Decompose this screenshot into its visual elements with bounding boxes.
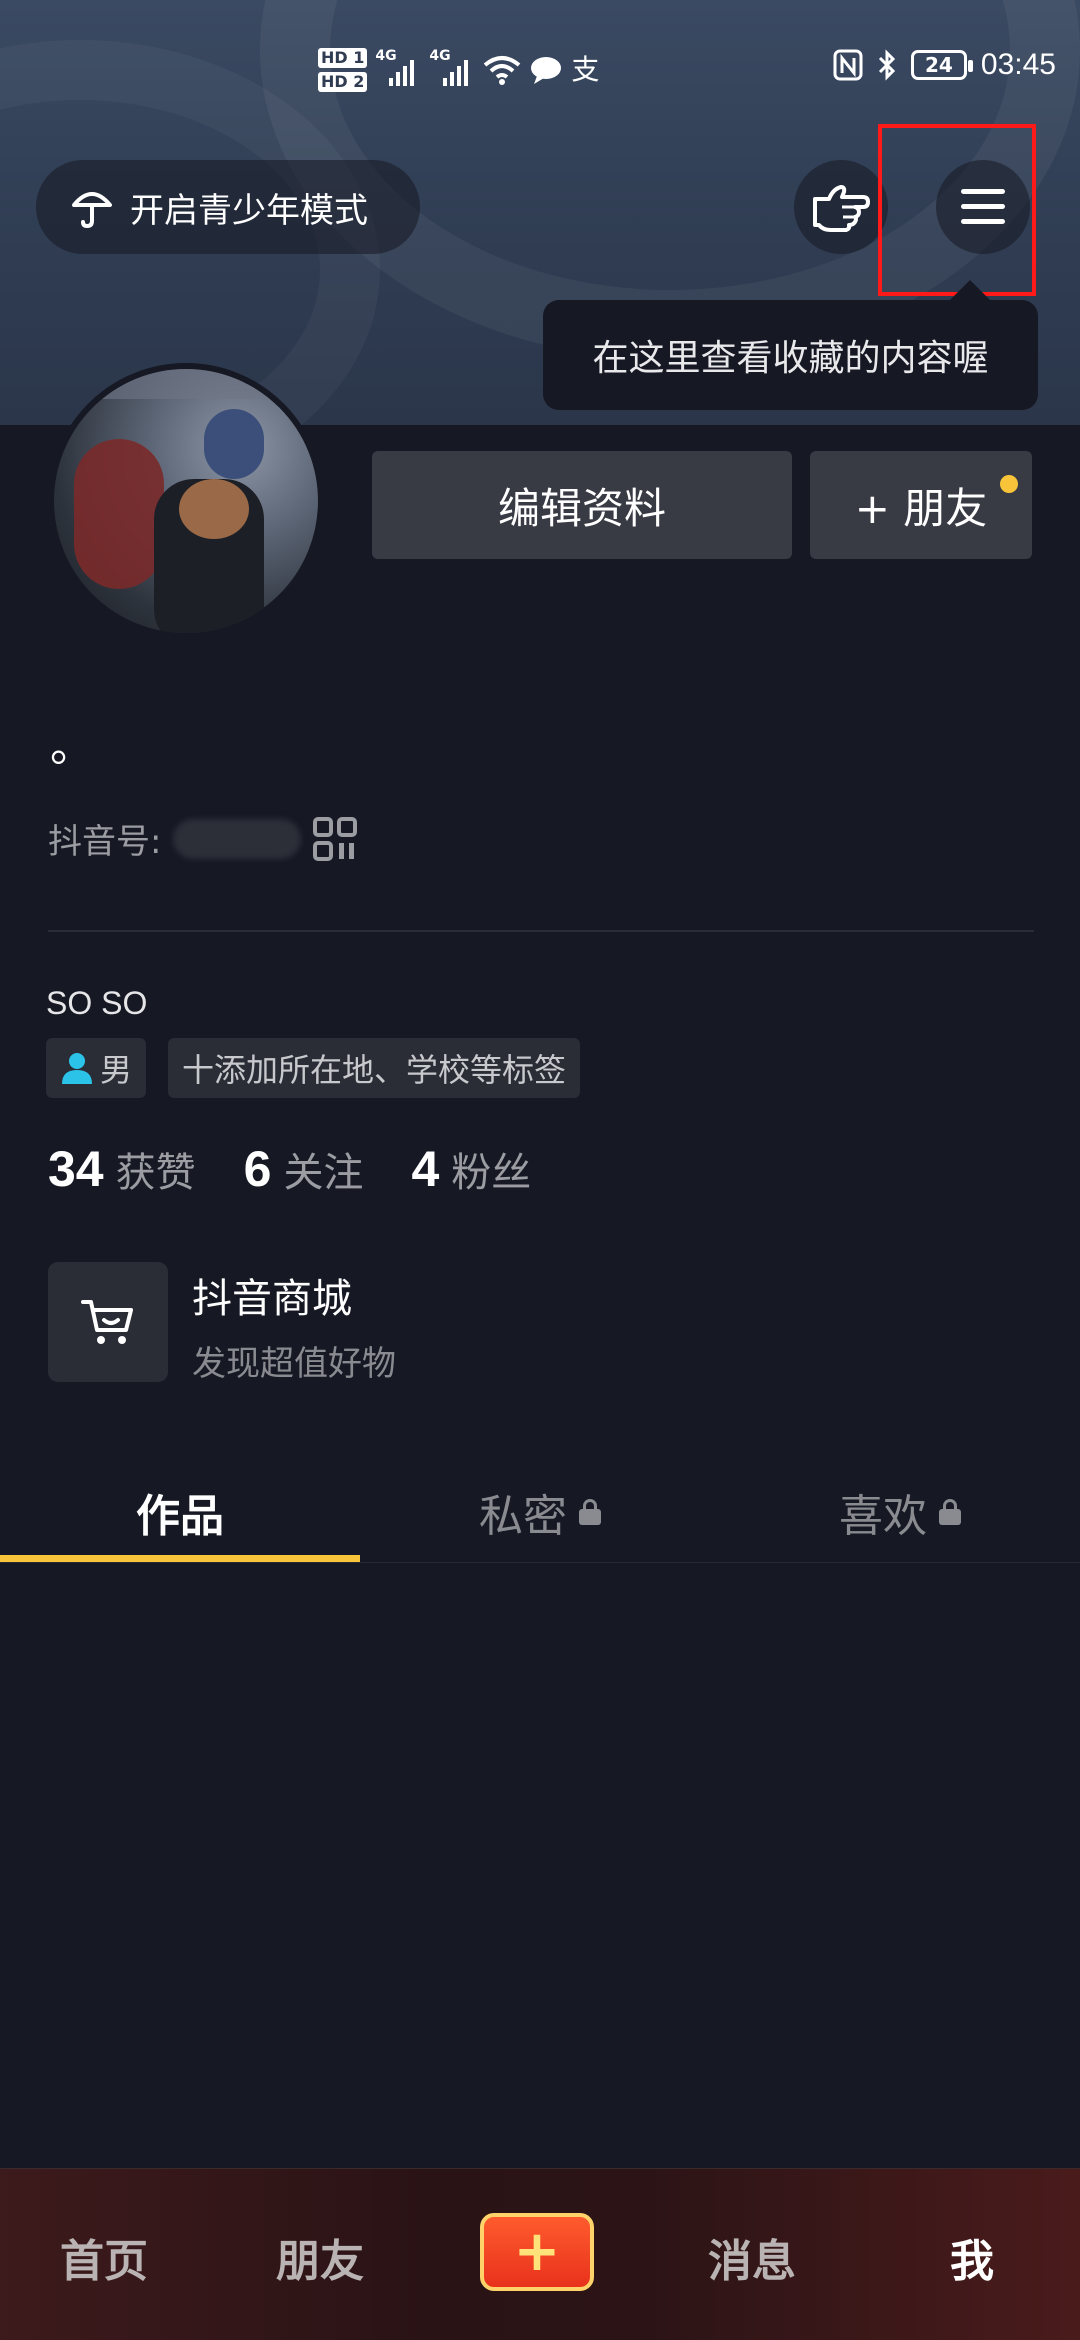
shop-subtitle: 发现超值好物 <box>192 1344 396 1384</box>
status-bar-left: HD 1 HD 2 4G 4G 支 <box>318 48 599 92</box>
nav-home[interactable]: 首页 <box>60 2225 148 2289</box>
alipay-icon: 支 <box>571 53 600 86</box>
bluetooth-icon <box>878 49 896 81</box>
hd2-badge: HD 2 <box>318 72 368 92</box>
signal-1-icon: 4G <box>375 48 421 88</box>
gender-label: 男 <box>100 1051 133 1089</box>
douyin-id-label: 抖音号: <box>48 822 162 862</box>
add-tag-label: 十添加所在地、学校等标签 <box>182 1051 567 1089</box>
battery-icon: 24 <box>910 50 973 80</box>
shop-title[interactable]: 抖音商城 <box>192 1266 352 1324</box>
douyin-id-row: 抖音号: <box>48 814 358 863</box>
stat-number: 4 <box>411 1141 440 1197</box>
stat-number: 34 <box>48 1141 104 1197</box>
stat-followers[interactable]: 4 粉丝 <box>411 1140 531 1198</box>
douyin-id-value-blurred <box>173 818 302 859</box>
stat-label: 获赞 <box>115 1150 196 1196</box>
stats-row: 34 获赞 6 关注 4 粉丝 <box>48 1140 531 1198</box>
tooltip-text: 在这里查看收藏的内容喔 <box>592 338 989 379</box>
wifi-icon <box>484 56 521 85</box>
signal-2-icon: 4G <box>429 48 475 88</box>
tab-divider <box>0 1562 1080 1563</box>
edit-profile-button[interactable]: 编辑资料 <box>372 451 792 559</box>
person-icon <box>62 1053 92 1084</box>
notification-dot <box>1000 475 1018 493</box>
add-friend-label: + 朋友 <box>854 483 988 533</box>
umbrella-icon <box>72 192 112 229</box>
shop-entry[interactable] <box>48 1262 168 1382</box>
lock-icon <box>939 1499 961 1525</box>
nfc-icon <box>833 49 863 81</box>
tab-label: 喜欢 <box>839 1491 927 1542</box>
section-divider <box>48 930 1034 932</box>
tab-label: 作品 <box>136 1491 224 1542</box>
pointing-hand-icon <box>813 185 870 232</box>
add-friend-button[interactable]: + 朋友 <box>810 451 1032 559</box>
nickname: 。 <box>50 721 94 772</box>
hd1-badge: HD 1 <box>318 48 368 68</box>
teen-mode-label: 开启青少年模式 <box>130 190 368 231</box>
chat-bubble-icon <box>531 57 562 84</box>
lock-icon <box>579 1499 601 1525</box>
hd-indicators: HD 1 HD 2 <box>318 48 368 92</box>
stat-following[interactable]: 6 关注 <box>244 1140 364 1198</box>
bio-text: SO SO <box>46 985 148 1021</box>
avatar[interactable] <box>48 363 324 639</box>
tab-private[interactable]: 私密 <box>360 1462 720 1562</box>
create-button[interactable]: + <box>480 2213 594 2291</box>
content-tabs: 作品 私密 喜欢 <box>0 1462 1080 1562</box>
status-bar-right: 24 03:45 <box>833 48 1056 82</box>
stat-number: 6 <box>243 1141 272 1197</box>
add-tag-button[interactable]: 十添加所在地、学校等标签 <box>168 1038 581 1098</box>
shopping-cart-icon <box>81 1300 133 1344</box>
status-bar: HD 1 HD 2 4G 4G 支 24 03:45 <box>0 40 1080 120</box>
gender-tag[interactable]: 男 <box>46 1038 147 1098</box>
nav-friends[interactable]: 朋友 <box>276 2225 364 2289</box>
clock: 03:45 <box>980 48 1056 81</box>
edit-profile-label: 编辑资料 <box>497 483 666 533</box>
stat-label: 关注 <box>283 1150 364 1196</box>
active-tab-indicator <box>0 1555 360 1562</box>
teen-mode-button[interactable]: 开启青少年模式 <box>36 160 420 254</box>
favorites-tooltip: 在这里查看收藏的内容喔 <box>543 280 1038 410</box>
bottom-navigation: 首页 朋友 + 消息 我 <box>0 2168 1080 2340</box>
tab-works[interactable]: 作品 <box>0 1462 360 1562</box>
tab-likes[interactable]: 喜欢 <box>720 1462 1080 1562</box>
nav-me[interactable]: 我 <box>950 2225 994 2289</box>
tab-label: 私密 <box>479 1491 567 1542</box>
plus-icon: + <box>513 2219 561 2284</box>
stat-label: 粉丝 <box>451 1150 532 1196</box>
menu-highlight-box <box>878 124 1036 296</box>
stat-likes[interactable]: 34 获赞 <box>48 1140 196 1198</box>
visitor-button[interactable] <box>794 160 888 254</box>
nav-messages[interactable]: 消息 <box>708 2225 796 2289</box>
qr-code-icon[interactable] <box>313 816 358 861</box>
